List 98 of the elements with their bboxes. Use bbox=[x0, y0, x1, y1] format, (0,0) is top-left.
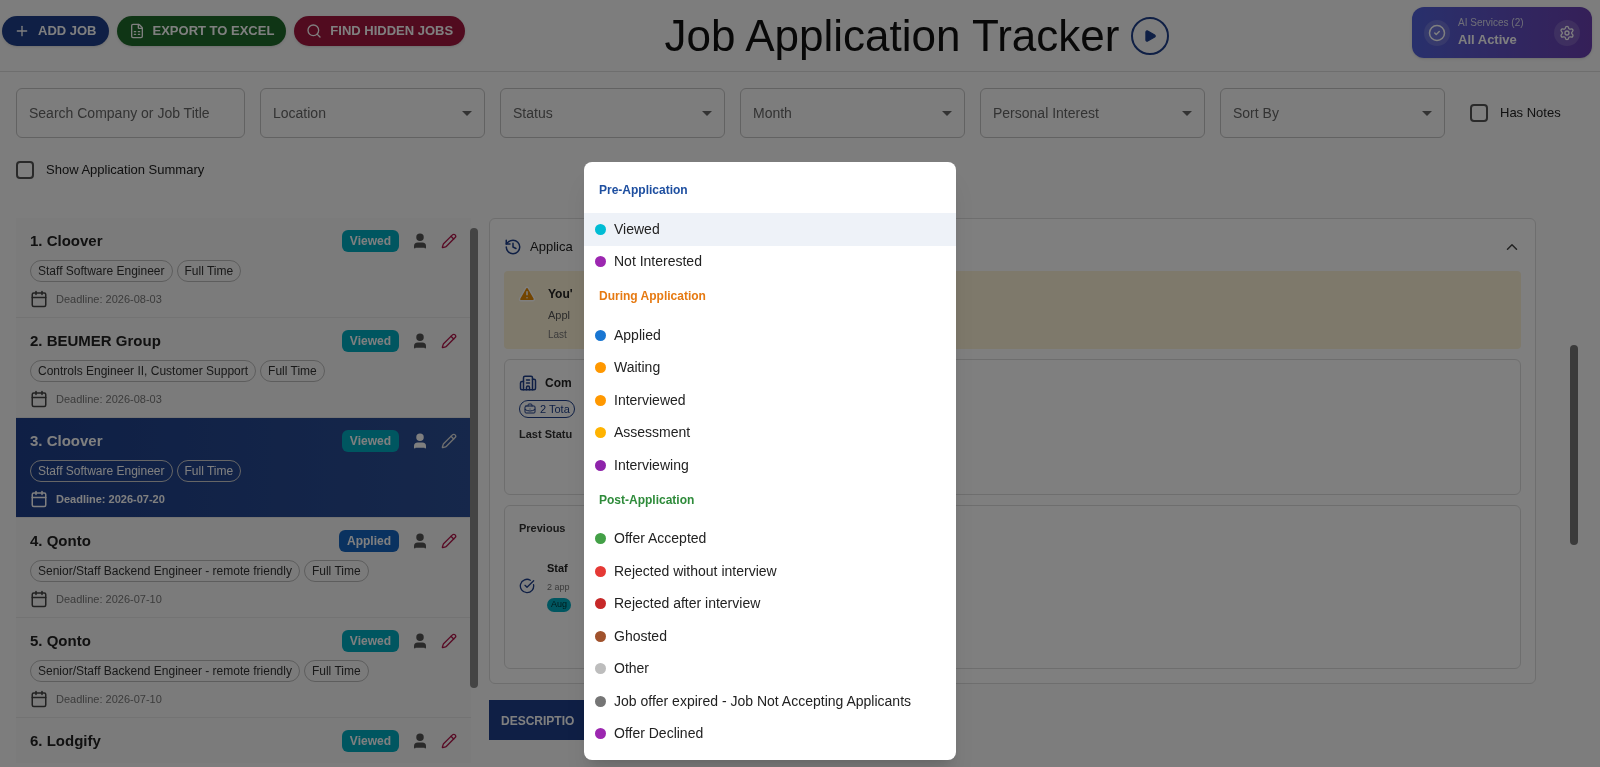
status-badge: Viewed bbox=[341, 729, 399, 752]
filter-select[interactable]: Month bbox=[740, 88, 965, 138]
card-title: Previous bbox=[519, 520, 566, 536]
card-title: Com bbox=[545, 374, 572, 392]
filter-select[interactable]: Location bbox=[260, 88, 485, 138]
status-option[interactable]: Interviewed bbox=[584, 384, 956, 417]
search-field[interactable]: Search Company or Job Title bbox=[16, 88, 245, 138]
job-title: 4. Qonto bbox=[30, 530, 92, 551]
scrollbar-thumb[interactable] bbox=[1570, 345, 1578, 545]
toolbar-button[interactable]: FIND HIDDEN JOBS bbox=[294, 16, 466, 46]
job-title: 1. Cloover bbox=[30, 230, 104, 251]
edit-icon[interactable] bbox=[441, 332, 457, 349]
filter-select[interactable]: Personal Interest bbox=[980, 88, 1205, 138]
deadline-text: Deadline: 2026-07-10 bbox=[56, 591, 162, 607]
calendar-icon bbox=[30, 490, 48, 508]
check-icon bbox=[519, 577, 535, 594]
warning-text: Last bbox=[548, 328, 568, 342]
filter-select[interactable]: Sort By bbox=[1220, 88, 1445, 138]
status-option[interactable]: Viewed bbox=[584, 213, 956, 246]
status-option[interactable]: Not Interested bbox=[584, 245, 956, 278]
dropdown-caret-icon bbox=[702, 110, 712, 116]
status-option[interactable]: Rejected after interview bbox=[584, 587, 956, 620]
calendar-icon bbox=[30, 690, 48, 708]
warning-title: You' bbox=[548, 285, 573, 303]
job-title: 6. Lodgify bbox=[30, 730, 102, 751]
status-option[interactable]: Offer Declined bbox=[584, 717, 956, 750]
settings-icon[interactable] bbox=[1559, 24, 1575, 41]
briefcase-icon bbox=[524, 402, 536, 415]
status-badge: Viewed bbox=[341, 229, 399, 252]
entry-title: Staf bbox=[547, 561, 568, 576]
person-icon[interactable] bbox=[411, 331, 429, 350]
job-title: 2. BEUMER Group bbox=[30, 330, 162, 351]
menu-group-header: Post-Application bbox=[598, 491, 696, 509]
filter-select[interactable]: Status bbox=[500, 88, 725, 138]
checkbox-label: Has Notes bbox=[1500, 104, 1561, 123]
job-card[interactable]: 3. Cloover Viewed Staff Software Engineer Full Time Deadline: 2026-07-20 bbox=[16, 417, 471, 518]
status-option[interactable]: Ghosted bbox=[584, 620, 956, 653]
checkbox-label: Show Application Summary bbox=[46, 161, 205, 179]
toolbar-button[interactable]: ADD JOB bbox=[2, 16, 109, 46]
play-icon bbox=[1143, 28, 1158, 43]
deadline-text: Deadline: 2026-07-20 bbox=[56, 491, 165, 507]
page-title: Job Application Tracker bbox=[664, 9, 1120, 62]
job-title: 5. Qonto bbox=[30, 630, 92, 651]
status-option[interactable]: Applied bbox=[584, 319, 956, 352]
person-icon[interactable] bbox=[411, 431, 429, 450]
warning-icon bbox=[518, 284, 536, 303]
warning-text: Appl bbox=[548, 307, 572, 323]
status-badge: Applied bbox=[339, 529, 399, 552]
button-icon bbox=[128, 23, 145, 39]
edit-icon[interactable] bbox=[441, 732, 457, 749]
status-option[interactable]: Rejected without interview bbox=[584, 555, 956, 588]
status-badge: Viewed bbox=[341, 329, 399, 352]
calendar-icon bbox=[30, 590, 48, 608]
status-option[interactable]: Assessment bbox=[584, 416, 956, 449]
content-tab[interactable]: DESCRIPTIO bbox=[489, 699, 587, 740]
deadline-text: Deadline: 2026-08-03 bbox=[56, 391, 162, 407]
scrollbar-thumb[interactable] bbox=[470, 227, 478, 688]
person-icon[interactable] bbox=[411, 731, 429, 750]
person-icon[interactable] bbox=[411, 231, 429, 250]
ai-services-label: AI Services (2) bbox=[1458, 16, 1525, 31]
play-button[interactable] bbox=[1131, 16, 1170, 55]
status-option[interactable]: Job offer expired - Job Not Accepting Applicants bbox=[584, 685, 956, 718]
dropdown-caret-icon bbox=[1422, 110, 1432, 116]
calendar-icon bbox=[30, 390, 48, 408]
history-icon bbox=[504, 237, 522, 256]
status-badge: Viewed bbox=[341, 629, 399, 652]
checkbox[interactable] bbox=[1470, 104, 1488, 122]
button-icon bbox=[306, 23, 323, 39]
menu-group-header: Pre-Application bbox=[598, 182, 689, 199]
ai-services-panel[interactable]: AI Services (2) All Active bbox=[1412, 7, 1592, 58]
check-icon bbox=[1428, 23, 1446, 42]
status-option[interactable]: Other bbox=[584, 652, 956, 685]
dropdown-caret-icon bbox=[462, 110, 472, 116]
building-icon bbox=[519, 373, 537, 392]
entry-subtitle: 2 app bbox=[547, 580, 570, 594]
deadline-text: Deadline: 2026-08-03 bbox=[56, 291, 162, 307]
deadline-text: Deadline: 2026-07-10 bbox=[56, 691, 162, 707]
status-badge: Viewed bbox=[341, 429, 399, 452]
button-icon bbox=[14, 23, 30, 39]
dropdown-caret-icon bbox=[942, 110, 952, 116]
menu-group-header: During Application bbox=[598, 288, 707, 305]
calendar-icon bbox=[30, 290, 48, 308]
toolbar-button[interactable]: EXPORT TO EXCEL bbox=[116, 16, 287, 46]
entry-badge: Aug bbox=[547, 598, 571, 612]
status-option[interactable]: Offer Accepted bbox=[584, 522, 956, 555]
card-title: Applica bbox=[530, 237, 573, 256]
person-icon[interactable] bbox=[411, 631, 429, 650]
status-option[interactable]: Interviewing bbox=[584, 449, 956, 482]
edit-icon[interactable] bbox=[441, 632, 457, 649]
status-option[interactable]: Waiting bbox=[584, 351, 956, 384]
last-status-label: Last Statu bbox=[519, 427, 573, 442]
dropdown-caret-icon bbox=[1182, 110, 1192, 116]
edit-icon[interactable] bbox=[441, 532, 457, 549]
edit-icon[interactable] bbox=[441, 232, 457, 249]
job-title: 3. Cloover bbox=[30, 430, 104, 451]
person-icon[interactable] bbox=[411, 531, 429, 550]
ai-services-status: All Active bbox=[1458, 31, 1518, 50]
checkbox[interactable] bbox=[16, 160, 34, 179]
